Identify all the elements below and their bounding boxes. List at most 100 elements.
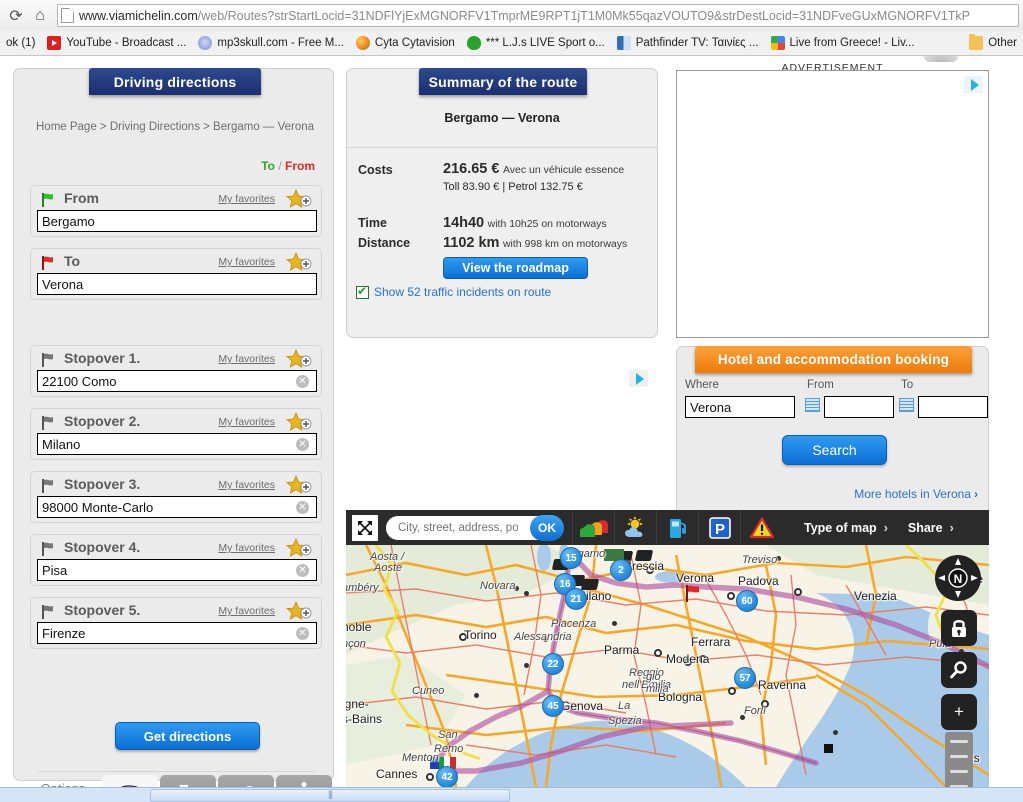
view-roadmap-button[interactable]: View the roadmap: [443, 257, 588, 279]
traffic-cars-icon[interactable]: [572, 510, 614, 545]
route-summary-tab[interactable]: Summary of the route: [419, 68, 587, 95]
star-add-icon[interactable]: [285, 601, 313, 623]
my-favorites-link-stopover5[interactable]: My favorites: [218, 605, 275, 617]
map-city-label: Verona: [676, 571, 715, 585]
to-input[interactable]: [37, 273, 317, 295]
more-hotels-link[interactable]: More hotels in Verona ›: [854, 487, 978, 501]
reload-icon[interactable]: ⟳: [4, 4, 28, 28]
to-from-toggle[interactable]: To / From: [261, 159, 315, 173]
clear-stopover3-icon[interactable]: ✕: [296, 501, 309, 514]
address-bar[interactable]: www.viamichelin.com/web/Routes?strStartL…: [57, 4, 1019, 27]
stopover4-input[interactable]: [37, 559, 317, 581]
bookmark-item-live-from-greece[interactable]: Live from Greece! - Liv...: [765, 33, 921, 53]
fullscreen-icon[interactable]: [352, 514, 378, 541]
star-add-icon[interactable]: [285, 475, 313, 497]
toggle-to-label[interactable]: To: [261, 159, 275, 173]
my-favorites-link-stopover2[interactable]: My favorites: [218, 416, 275, 428]
lock-icon[interactable]: [941, 610, 977, 646]
zoom-in-button[interactable]: +: [941, 694, 977, 730]
bookmark-label: YouTube - Broadcast ...: [66, 37, 187, 49]
stopover1-input[interactable]: [37, 370, 317, 392]
star-add-icon[interactable]: [285, 252, 313, 274]
share-menu[interactable]: Share ›: [908, 521, 954, 535]
traffic-incident-pin[interactable]: 2: [610, 559, 632, 581]
adchoices-icon[interactable]: [964, 76, 983, 93]
star-add-icon[interactable]: [285, 189, 313, 211]
type-of-map-menu[interactable]: Type of map ›: [804, 521, 888, 535]
parking-p-icon[interactable]: P: [698, 510, 740, 545]
star-add-icon[interactable]: [285, 538, 313, 560]
zoom-notch: [950, 755, 968, 758]
fuel-pump-icon[interactable]: [656, 510, 698, 545]
clear-stopover4-icon[interactable]: ✕: [296, 564, 309, 577]
advertisement-box[interactable]: [676, 70, 989, 338]
traffic-incidents-row[interactable]: Show 52 traffic incidents on route: [356, 284, 551, 299]
traffic-incident-pin[interactable]: 21: [565, 588, 587, 610]
traffic-incident-pin[interactable]: 42: [436, 766, 458, 787]
driving-directions-tab[interactable]: Driving directions: [89, 68, 261, 95]
stopover3-input[interactable]: [37, 496, 317, 518]
map-city-label: gio: [646, 671, 661, 683]
horizontal-scrollbar-thumb[interactable]: [150, 789, 510, 802]
type-of-map-label: Type of map: [804, 520, 877, 535]
bookmark-item-ljs-live-sport[interactable]: *** L.J.s LIVE Sport o...: [461, 33, 611, 53]
svg-text:N: N: [954, 572, 963, 586]
home-icon[interactable]: ⌂: [28, 4, 52, 28]
traffic-incident-pin[interactable]: 45: [542, 695, 564, 717]
hotel-to-input[interactable]: [918, 396, 988, 418]
warning-triangle-icon[interactable]: [740, 510, 782, 545]
magnifier-icon[interactable]: [941, 652, 977, 688]
calendar-icon[interactable]: [899, 398, 914, 412]
other-bookmarks-folder[interactable]: Other: [963, 33, 1023, 53]
map-canvas[interactable]: Aosta /AosteambéryNovaranoblençonTorinoA…: [346, 545, 989, 787]
adchoices-icon[interactable]: [629, 370, 648, 387]
traffic-incidents-label[interactable]: Show 52 traffic incidents on route: [374, 285, 551, 299]
toggle-from-label[interactable]: From: [285, 159, 315, 173]
stopover2-input[interactable]: [37, 433, 317, 455]
clear-stopover2-icon[interactable]: ✕: [296, 438, 309, 451]
bookmark-item-youtube[interactable]: YouTube - Broadcast ...: [41, 33, 192, 53]
mode-tab-bicycle[interactable]: [218, 775, 274, 787]
map-search-ok-button[interactable]: OK: [530, 514, 564, 541]
map-city-label: igne-: [346, 697, 369, 711]
compass-icon[interactable]: N: [935, 555, 981, 601]
clear-stopover5-icon[interactable]: ✕: [296, 627, 309, 640]
from-input[interactable]: [37, 210, 317, 232]
my-favorites-link-stopover1[interactable]: My favorites: [218, 353, 275, 365]
mode-tab-car[interactable]: [102, 775, 158, 787]
traffic-incident-pin[interactable]: 15: [560, 547, 582, 569]
map-tools-group: P: [572, 510, 782, 545]
hotel-where-input[interactable]: [685, 396, 795, 418]
mode-tab-motorcycle[interactable]: [160, 775, 216, 787]
map-city-label: Ferrara: [691, 635, 731, 649]
hotel-search-button[interactable]: Search: [782, 435, 887, 465]
traffic-incident-pin[interactable]: 57: [734, 667, 756, 689]
horizontal-scrollbar[interactable]: [0, 787, 1023, 802]
weather-sun-cloud-icon[interactable]: [614, 510, 656, 545]
traffic-incidents-checkbox[interactable]: [356, 284, 369, 299]
my-favorites-link-stopover4[interactable]: My favorites: [218, 542, 275, 554]
hotel-from-input[interactable]: [824, 396, 894, 418]
breadcrumb[interactable]: Home Page > Driving Directions > Bergamo…: [36, 121, 314, 133]
map-widget[interactable]: OK: [346, 510, 989, 787]
hotel-booking-tab[interactable]: Hotel and accommodation booking: [695, 346, 972, 373]
traffic-incident-pin[interactable]: 22: [542, 653, 564, 675]
zoom-slider[interactable]: [945, 732, 973, 787]
traffic-incident-pin[interactable]: 60: [736, 590, 758, 612]
stopover5-input[interactable]: [37, 622, 317, 644]
mode-tab-pedestrian[interactable]: [276, 775, 332, 787]
my-favorites-link-to[interactable]: My favorites: [218, 256, 275, 268]
star-add-icon[interactable]: [285, 412, 313, 434]
my-favorites-link-stopover3[interactable]: My favorites: [218, 479, 275, 491]
bookmark-item-ok[interactable]: ok (1): [0, 33, 41, 53]
bookmark-item-cyta[interactable]: Cyta Cytavision: [350, 33, 461, 53]
my-favorites-link-from[interactable]: My favorites: [218, 193, 275, 205]
calendar-icon[interactable]: [805, 398, 820, 412]
get-directions-button[interactable]: Get directions: [115, 722, 260, 750]
bookmark-item-mp3skull[interactable]: mp3skull.com - Free M...: [192, 33, 350, 53]
clear-stopover1-icon[interactable]: ✕: [296, 375, 309, 388]
pathfinder-icon: [616, 36, 631, 50]
bookmark-item-pathfinder-tv[interactable]: Pathfinder TV: Ταινίες ...: [611, 33, 765, 53]
zoom-notch: [950, 740, 968, 743]
star-add-icon[interactable]: [285, 349, 313, 371]
